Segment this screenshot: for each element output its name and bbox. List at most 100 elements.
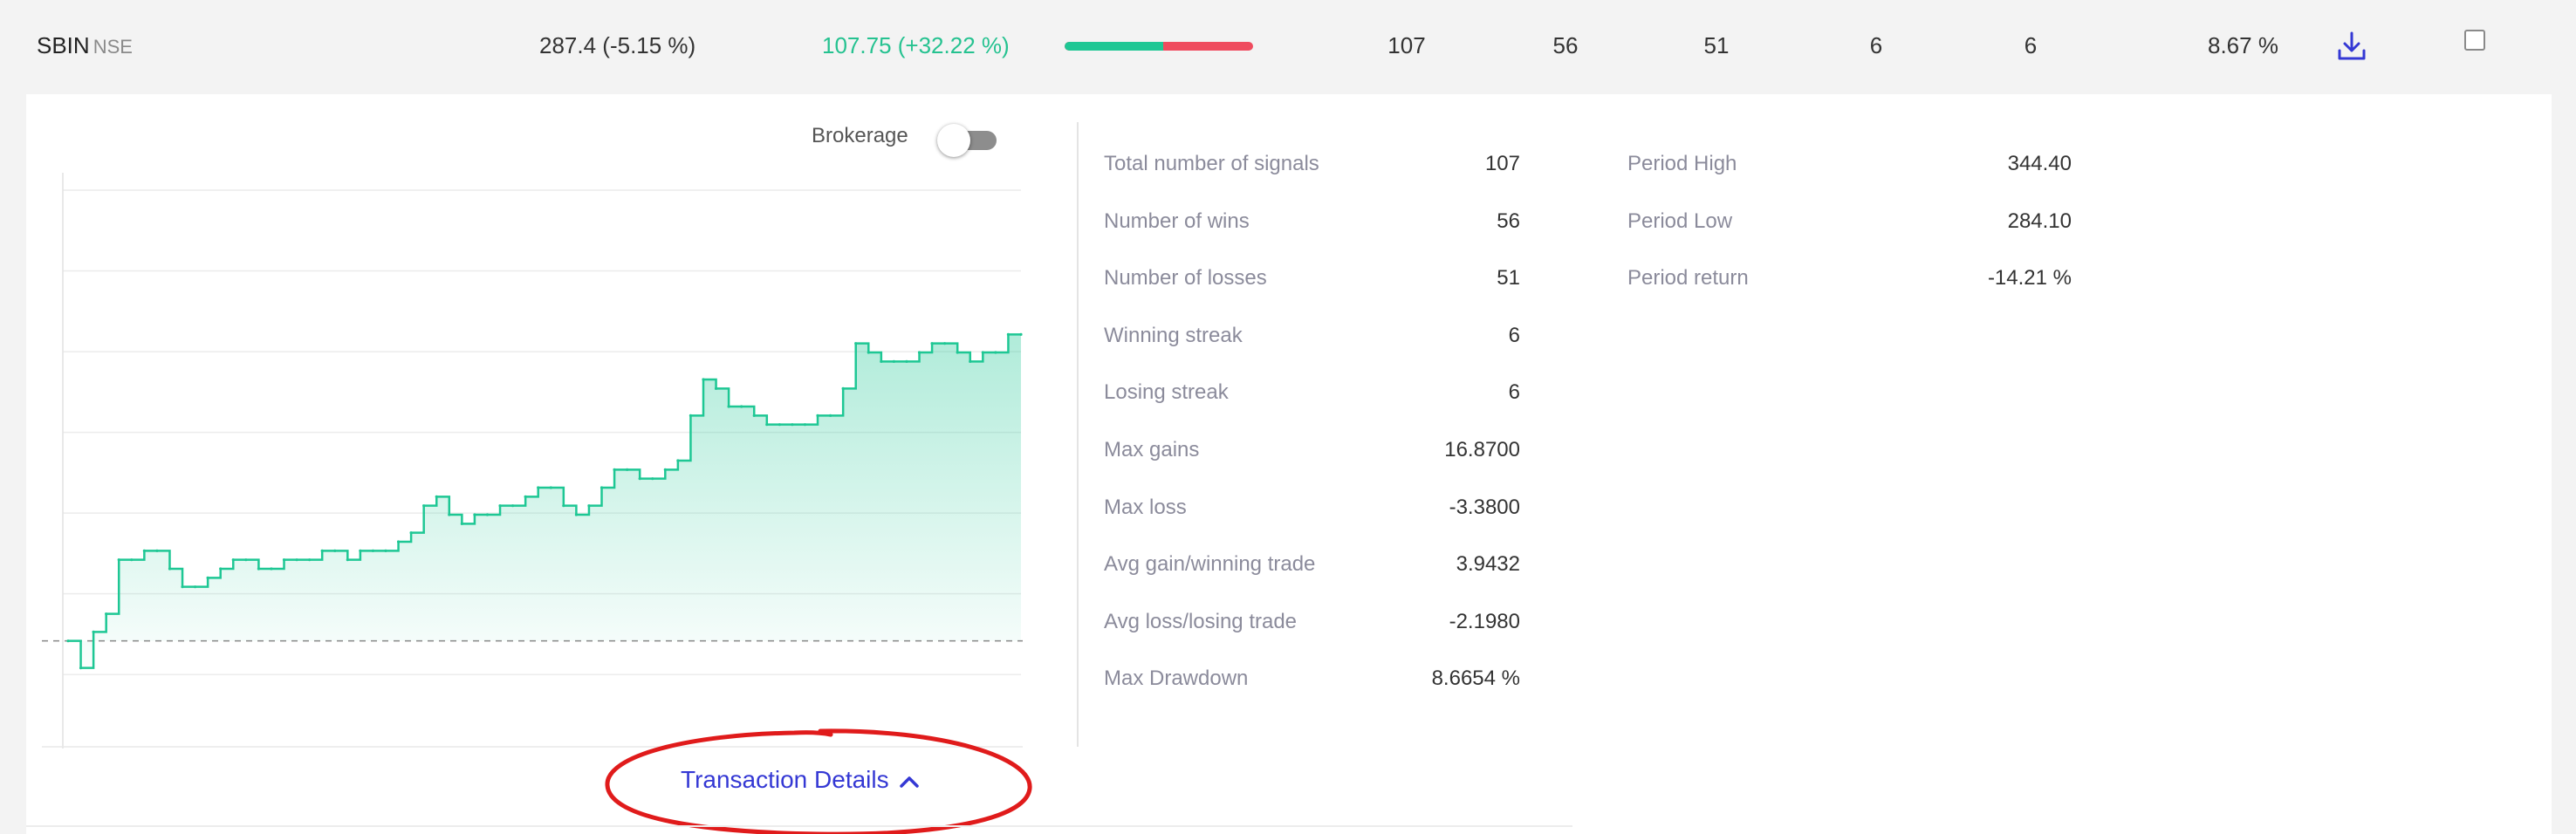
equity-point	[752, 414, 756, 417]
compare-checkbox[interactable]	[2464, 30, 2485, 51]
losing-streak: 6	[2024, 32, 2038, 58]
equity-point	[714, 386, 718, 390]
equity-point	[270, 567, 273, 571]
period-value: 344.40	[2007, 152, 2072, 175]
equity-point	[905, 359, 908, 363]
exchange-label: NSE	[92, 36, 133, 58]
equity-point	[676, 459, 680, 462]
equity-point	[956, 351, 959, 354]
equity-point	[867, 351, 870, 354]
equity-point	[651, 477, 654, 481]
equity-point	[829, 414, 832, 417]
equity-point	[308, 558, 312, 562]
stat-value: 51	[1497, 266, 1520, 291]
stat-value: 56	[1497, 208, 1520, 233]
equity-point	[473, 513, 476, 516]
equity-point	[359, 549, 362, 552]
strategy-return: 107.75 (+32.22 %)	[822, 32, 1010, 58]
equity-point	[396, 540, 401, 543]
stat-label: Max gains	[1104, 438, 1200, 461]
equity-area	[68, 334, 1021, 668]
equity-point	[765, 423, 769, 427]
equity-point	[498, 504, 502, 508]
strategy-summary-row[interactable]: SBIN NSE 287.4 (-5.15 %) 107.75 (+32.22 %…	[0, 0, 2576, 91]
equity-point	[549, 486, 552, 489]
equity-point	[537, 486, 540, 489]
equity-point	[485, 513, 490, 516]
download-icon[interactable]	[2335, 30, 2368, 63]
equity-point	[409, 531, 413, 535]
equity-point	[92, 630, 95, 633]
equity-point	[727, 405, 730, 408]
stat-label: Max Drawdown	[1104, 667, 1249, 691]
annotation-red-ellipse	[605, 728, 1032, 834]
equity-point	[117, 558, 120, 562]
stat-value: 107	[1484, 152, 1520, 175]
brokerage-toggle[interactable]	[937, 122, 998, 157]
equity-point	[194, 585, 197, 589]
equity-point	[206, 576, 209, 579]
period-label: Period Low	[1627, 208, 1733, 233]
equity-point	[244, 558, 248, 562]
stat-label: Avg loss/losing trade	[1104, 609, 1298, 633]
equity-point	[854, 342, 858, 345]
period-label: Period return	[1627, 266, 1749, 291]
strategy-detail-panel: Brokerage Total number of signals 107 Numb…	[26, 94, 2552, 834]
equity-point	[524, 495, 527, 498]
equity-point	[1019, 332, 1023, 336]
equity-point	[880, 359, 883, 363]
equity-point	[778, 423, 781, 427]
equity-point	[384, 549, 387, 552]
winning-streak: 6	[1869, 32, 1883, 58]
equity-point	[917, 351, 921, 354]
max-drawdown: 8.67 %	[2208, 32, 2278, 58]
stat-label: Max loss	[1104, 495, 1187, 519]
stat-label: Number of wins	[1104, 208, 1250, 233]
win-ratio-fill	[1065, 42, 1164, 51]
equity-point	[130, 558, 134, 562]
equity-point	[105, 612, 108, 616]
equity-point	[892, 359, 895, 363]
equity-point	[448, 513, 451, 516]
equity-point	[155, 549, 159, 552]
period-value: 284.10	[2007, 208, 2072, 233]
period-label: Period High	[1627, 152, 1737, 175]
total-signals: 107	[1387, 32, 1426, 58]
equity-point	[282, 558, 286, 562]
equity-point	[638, 477, 641, 481]
stat-value: 6	[1508, 380, 1520, 405]
equity-point	[295, 558, 298, 562]
brokerage-label: Brokerage	[812, 124, 908, 147]
panel-divider	[1077, 122, 1079, 747]
equity-point	[142, 549, 146, 552]
equity-point	[231, 558, 235, 562]
equity-point	[981, 351, 984, 354]
stat-label: Total number of signals	[1104, 152, 1319, 175]
equity-point	[626, 468, 629, 471]
equity-point	[943, 342, 947, 345]
stat-value: -2.1980	[1449, 609, 1520, 633]
stat-label: Number of losses	[1104, 266, 1267, 291]
equity-point	[79, 667, 83, 670]
period-value: -14.21 %	[1987, 266, 2072, 291]
equity-point	[511, 504, 515, 508]
equity-point	[740, 405, 743, 408]
equity-point	[613, 468, 616, 471]
toggle-knob	[937, 124, 970, 157]
equity-point	[320, 549, 324, 552]
symbol[interactable]: SBIN NSE	[37, 30, 133, 63]
equity-point	[1006, 332, 1011, 336]
losses-count: 51	[1703, 32, 1730, 58]
equity-point	[702, 378, 705, 381]
equity-point	[181, 585, 184, 589]
equity-point	[663, 468, 667, 471]
equity-point	[587, 504, 591, 508]
stat-value: 16.8700	[1444, 438, 1520, 461]
equity-point	[422, 504, 426, 508]
equity-point	[346, 558, 349, 562]
win-loss-ratio-bar	[1065, 42, 1253, 51]
equity-point	[803, 423, 807, 427]
equity-point	[689, 414, 693, 417]
equity-point	[219, 567, 223, 571]
stat-label: Winning streak	[1104, 323, 1243, 347]
